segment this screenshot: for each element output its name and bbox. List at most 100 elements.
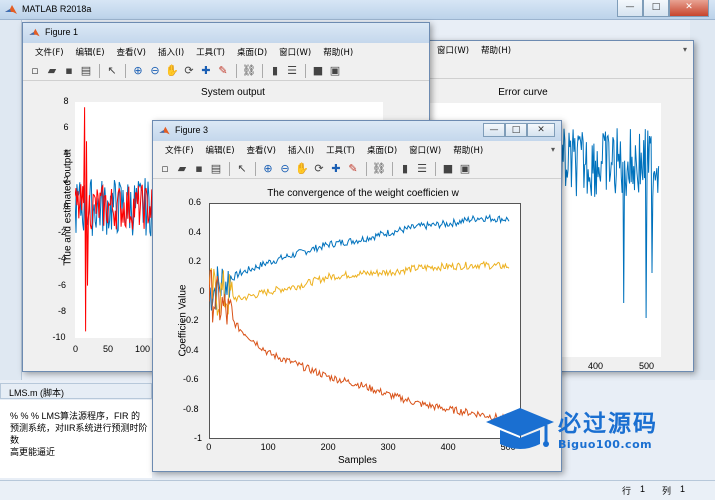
rotate-3d-icon[interactable]: ⟳ — [311, 161, 327, 177]
rotate-3d-icon[interactable]: ⟳ — [181, 63, 197, 79]
menu-desktop[interactable]: 桌面(D) — [361, 141, 403, 159]
tick-label: 6 — [63, 122, 69, 133]
editor-content[interactable]: % % % LMS算法源程序，FIR 的 预测系统，对IIR系统进行预测时阶数 … — [0, 400, 152, 478]
new-file-icon[interactable]: ▫ — [27, 63, 43, 79]
colorbar-icon[interactable]: ▮ — [267, 63, 283, 79]
menu-dock-arrow-icon[interactable]: ▾ — [683, 45, 687, 54]
data-cursor-icon[interactable]: ✚ — [198, 63, 214, 79]
menu-help[interactable]: 帮助(H) — [447, 141, 489, 159]
brush-icon[interactable]: ✎ — [345, 161, 361, 177]
row-label: 行 — [622, 486, 632, 496]
menu-insert[interactable]: 插入(I) — [282, 141, 320, 159]
zoom-in-icon[interactable]: ⊕ — [260, 161, 276, 177]
save-icon[interactable]: ▪ — [61, 63, 77, 79]
menu-window[interactable]: 窗口(W) — [273, 43, 317, 61]
pan-hand-icon[interactable]: ✋ — [164, 63, 180, 79]
tick-label: 0 — [73, 344, 79, 354]
menu-window[interactable]: 窗口(W) — [403, 141, 447, 159]
menu-file[interactable]: 文件(F) — [159, 141, 200, 159]
select-arrow-icon[interactable]: ↖ — [234, 161, 250, 177]
app-title: MATLAB R2018a — [22, 4, 92, 14]
menu-file[interactable]: 文件(F) — [29, 43, 70, 61]
tick-label: -2 — [58, 227, 67, 238]
brush-icon[interactable]: ✎ — [215, 63, 231, 79]
tick-label: 0 — [206, 442, 212, 452]
tick-label: 4 — [63, 148, 69, 159]
convergence-lines — [209, 213, 510, 423]
toolbar-separator — [236, 63, 237, 78]
maximize-button[interactable]: □ — [643, 0, 669, 17]
figure-3-title-bar: Figure 3 — □ ✕ — [153, 121, 561, 141]
show-tools-icon[interactable]: ▣ — [327, 63, 343, 79]
data-cursor-icon[interactable]: ✚ — [328, 161, 344, 177]
menu-view[interactable]: 查看(V) — [241, 141, 282, 159]
zoom-out-icon[interactable]: ⊖ — [277, 161, 293, 177]
save-icon[interactable]: ▪ — [191, 161, 207, 177]
tick-label: 500 — [639, 361, 655, 371]
coefficient-series-line — [209, 269, 510, 423]
close-button[interactable]: ✕ — [669, 0, 709, 17]
figure-1-title-bar: Figure 1 — [23, 23, 429, 43]
fig3-maximize-button[interactable]: □ — [505, 123, 527, 137]
status-bar: 行 1 列 1 — [0, 480, 715, 500]
tick-label: 50 — [103, 344, 114, 354]
editor-line: 预测系统，对IIR系统进行预测时阶数 — [10, 423, 148, 445]
show-tools-icon[interactable]: ▣ — [457, 161, 473, 177]
open-folder-icon[interactable]: ▰ — [44, 63, 60, 79]
menu-dock-arrow-icon[interactable]: ▾ — [551, 145, 555, 154]
col-label: 列 — [662, 486, 672, 496]
zoom-in-icon[interactable]: ⊕ — [130, 63, 146, 79]
tick-label: 100 — [135, 344, 151, 354]
toolbar-separator — [392, 161, 393, 176]
legend-icon[interactable]: ☰ — [284, 63, 300, 79]
tick-label: -1 — [194, 433, 203, 443]
tick-label: -8 — [58, 305, 67, 316]
menu-edit[interactable]: 编辑(E) — [70, 43, 111, 61]
tick-label: -10 — [52, 332, 66, 342]
hide-tools-icon[interactable]: ■ — [440, 161, 456, 177]
toolbar-separator — [435, 161, 436, 176]
tick-label: 0 — [63, 200, 69, 211]
convergence-ylabel: Coefficien Value — [177, 284, 189, 357]
print-icon[interactable]: ▤ — [78, 63, 94, 79]
open-folder-icon[interactable]: ▰ — [174, 161, 190, 177]
menu-window[interactable]: 窗口(W) — [431, 41, 475, 59]
link-plot-icon[interactable]: ⛓ — [371, 161, 387, 177]
minimize-button[interactable]: — — [617, 0, 643, 17]
watermark-brand: 必过源码 — [558, 411, 658, 437]
editor-line: % % % LMS算法源程序，FIR 的 — [10, 411, 141, 421]
watermark-logo: 必过源码 Biguo100.com — [484, 400, 684, 460]
colorbar-icon[interactable]: ▮ — [397, 161, 413, 177]
figure-2-menubar: 窗口(W) 帮助(H) ▾ — [425, 41, 693, 59]
fig3-minimize-button[interactable]: — — [483, 123, 505, 137]
fig3-close-button[interactable]: ✕ — [527, 123, 555, 137]
menu-tools[interactable]: 工具(T) — [320, 141, 361, 159]
select-arrow-icon[interactable]: ↖ — [104, 63, 120, 79]
menu-help[interactable]: 帮助(H) — [475, 41, 517, 59]
toolbar-separator — [305, 63, 306, 78]
menu-tools[interactable]: 工具(T) — [190, 43, 231, 61]
print-icon[interactable]: ▤ — [208, 161, 224, 177]
pan-hand-icon[interactable]: ✋ — [294, 161, 310, 177]
editor-tab[interactable]: LMS.m (脚本) — [0, 383, 152, 399]
tick-label: 200 — [320, 442, 336, 452]
figure-3-title: Figure 3 — [175, 125, 209, 135]
system-output-title: System output — [201, 87, 265, 98]
menu-help[interactable]: 帮助(H) — [317, 43, 359, 61]
tick-label: 0.2 — [188, 256, 202, 266]
menu-edit[interactable]: 编辑(E) — [200, 141, 241, 159]
tick-label: 300 — [380, 442, 396, 452]
menu-desktop[interactable]: 桌面(D) — [231, 43, 273, 61]
toolbar-separator — [255, 161, 256, 176]
legend-icon[interactable]: ☰ — [414, 161, 430, 177]
figure-2-toolbar — [425, 59, 693, 79]
tick-label: -0.8 — [183, 403, 199, 414]
zoom-out-icon[interactable]: ⊖ — [147, 63, 163, 79]
new-file-icon[interactable]: ▫ — [157, 161, 173, 177]
col-value: 1 — [680, 484, 686, 494]
link-plot-icon[interactable]: ⛓ — [241, 63, 257, 79]
hide-tools-icon[interactable]: ■ — [310, 63, 326, 79]
menu-view[interactable]: 查看(V) — [111, 43, 152, 61]
toolbar-separator — [366, 161, 367, 176]
menu-insert[interactable]: 插入(I) — [152, 43, 190, 61]
